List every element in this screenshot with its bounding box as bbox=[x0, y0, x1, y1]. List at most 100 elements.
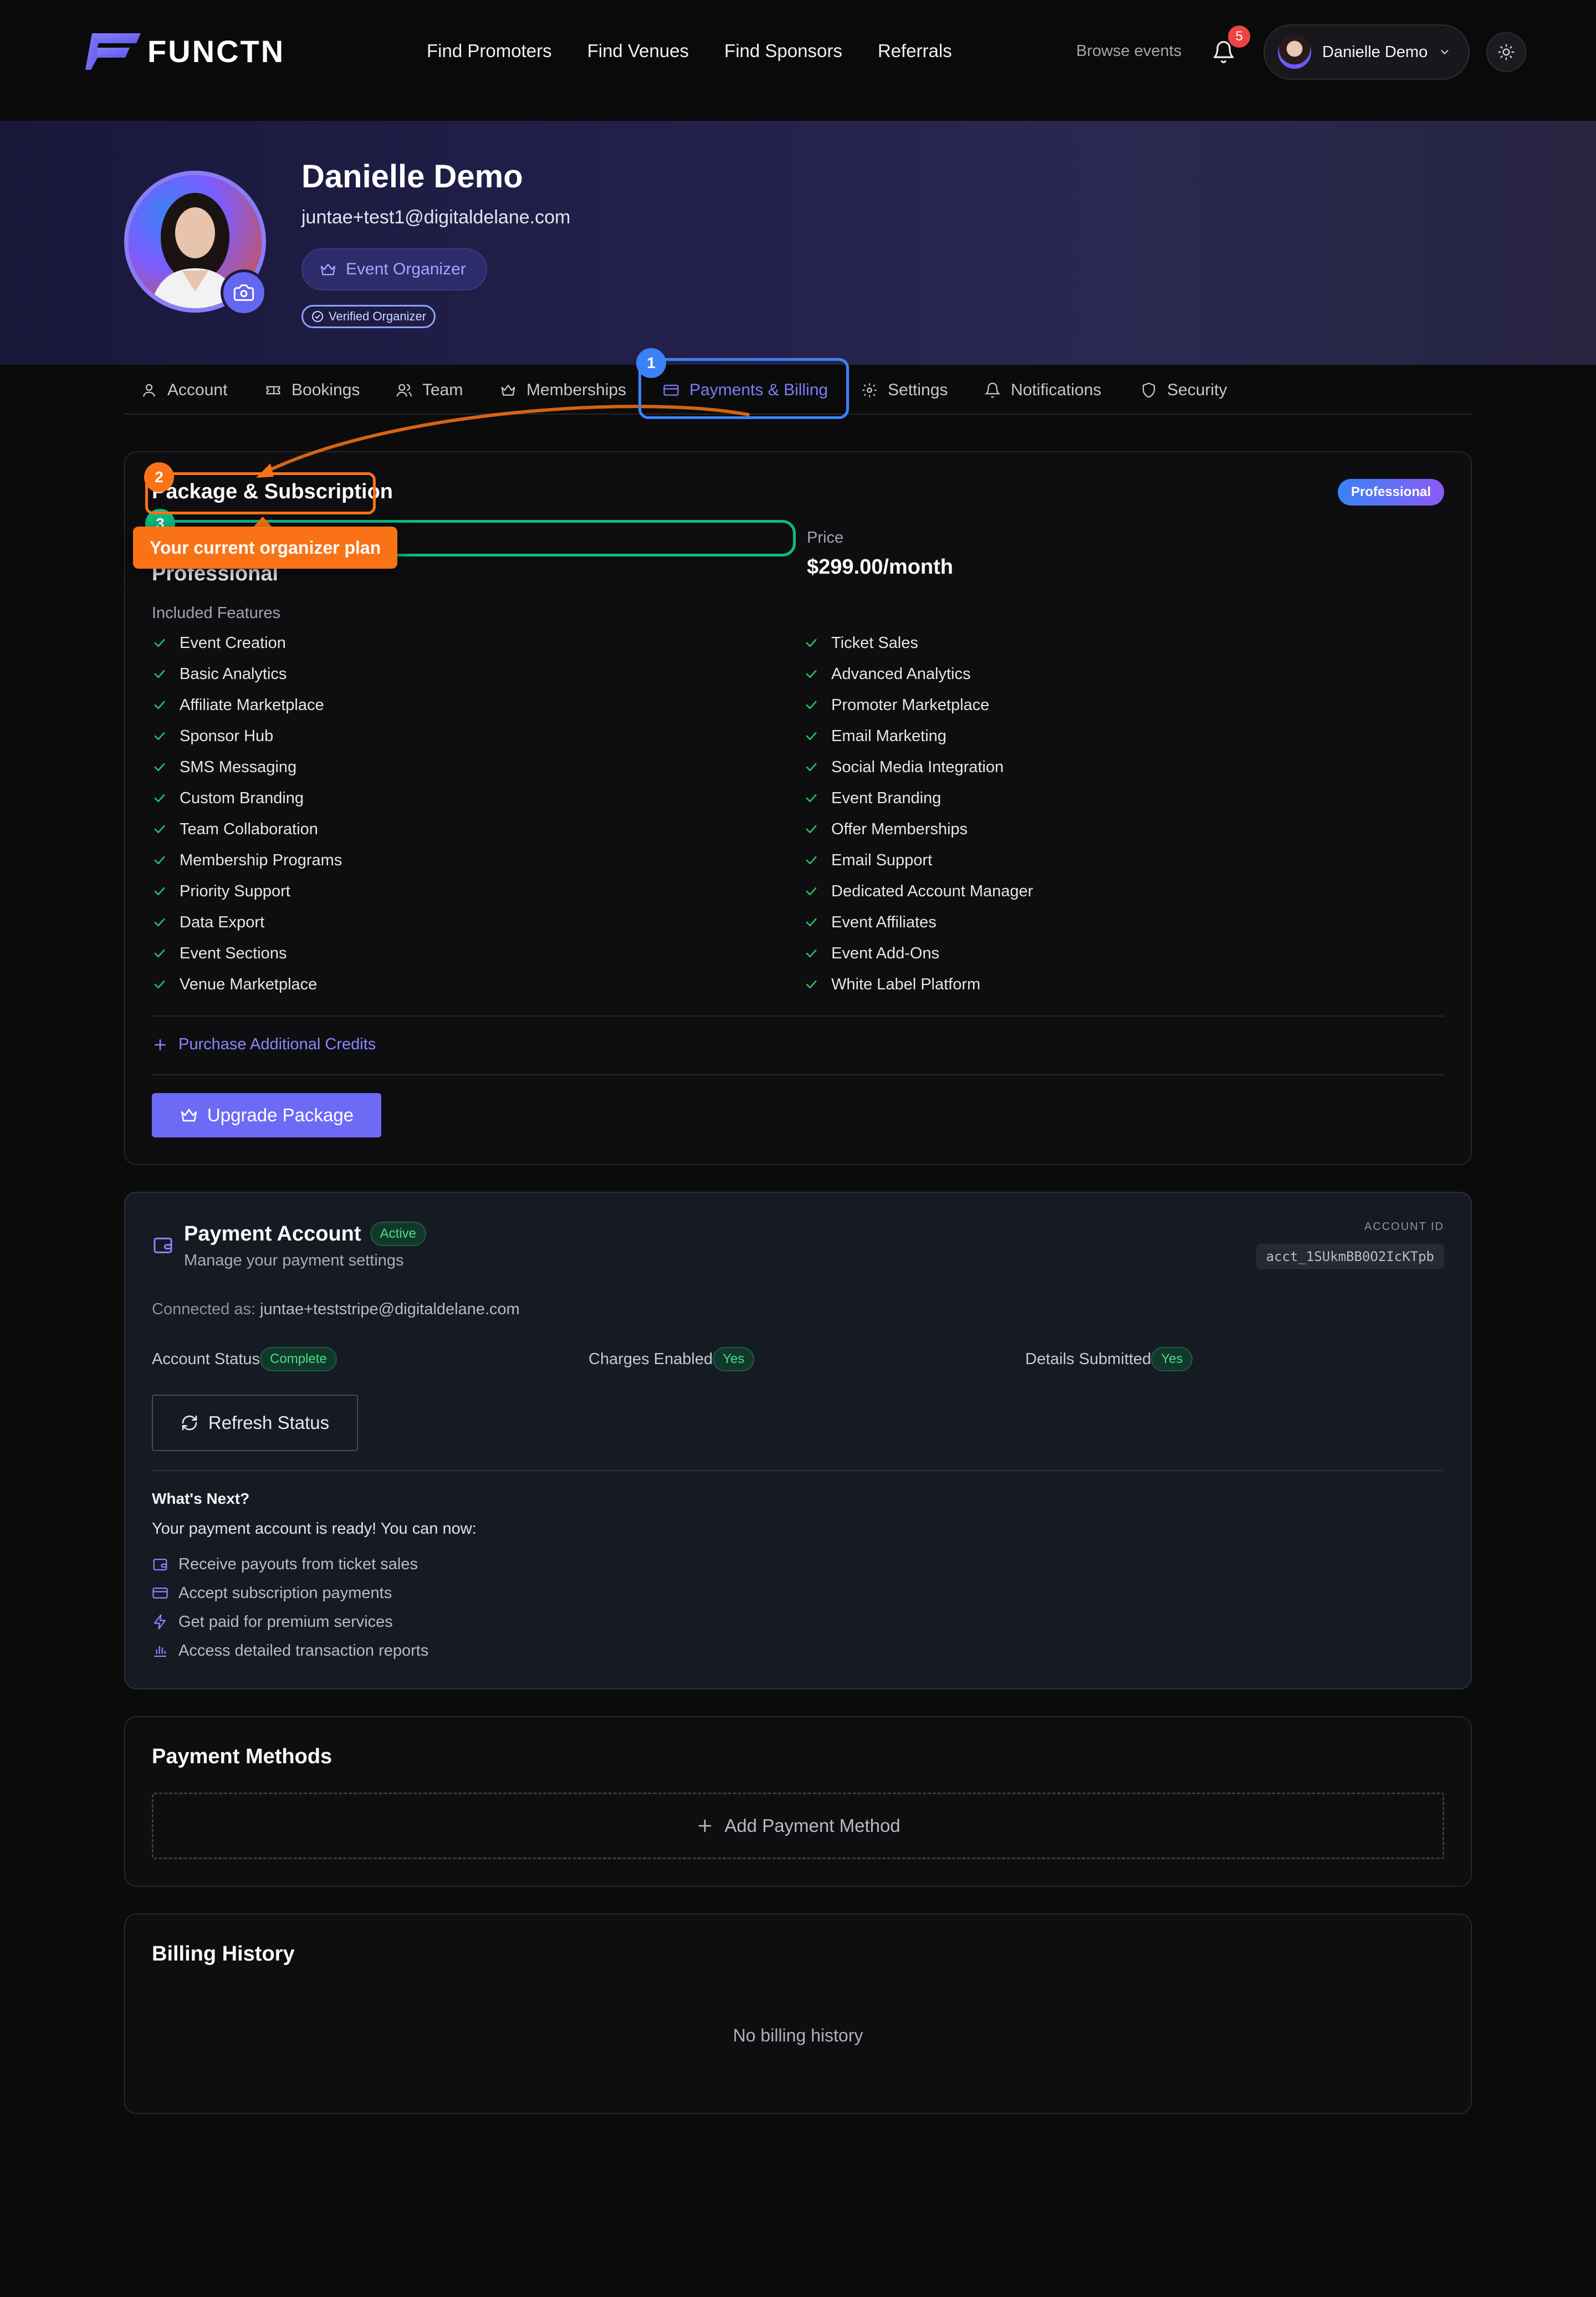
user-menu-name: Danielle Demo bbox=[1322, 43, 1428, 61]
verified-badge: Verified Organizer bbox=[301, 305, 436, 328]
check-icon bbox=[154, 670, 165, 678]
browse-events-link[interactable]: Browse events bbox=[1076, 40, 1181, 62]
check-circle-icon bbox=[312, 311, 323, 322]
theme-toggle-button[interactable] bbox=[1486, 32, 1526, 72]
change-photo-button[interactable] bbox=[221, 269, 267, 316]
account-id-label: ACCOUNT ID bbox=[1364, 1221, 1444, 1233]
feature-item: Advanced Analytics bbox=[804, 663, 970, 685]
tab-notifications[interactable]: Notifications bbox=[984, 376, 1101, 405]
tab-settings[interactable]: Settings bbox=[861, 376, 948, 405]
feature-label: Priority Support bbox=[180, 882, 290, 900]
feature-label: Event Affiliates bbox=[831, 913, 937, 931]
users-icon bbox=[396, 384, 412, 397]
check-icon bbox=[806, 918, 817, 927]
price-value: $299.00/month bbox=[807, 555, 953, 579]
feature-item: Social Media Integration bbox=[804, 756, 1004, 778]
charges-enabled-value: Yes bbox=[713, 1347, 755, 1371]
payment-account-title: Payment Account bbox=[184, 1222, 361, 1246]
feature-label: Email Support bbox=[831, 851, 933, 869]
details-submitted-value: Yes bbox=[1151, 1347, 1193, 1371]
bar-chart-icon bbox=[154, 1646, 167, 1657]
details-submitted-label: Details Submitted bbox=[1025, 1350, 1152, 1368]
tab-account[interactable]: Account bbox=[141, 376, 227, 405]
nav-referrals[interactable]: Referrals bbox=[878, 37, 952, 65]
ticket-icon bbox=[266, 386, 280, 395]
add-payment-method-label: Add Payment Method bbox=[724, 1815, 901, 1836]
tab-team[interactable]: Team bbox=[396, 376, 463, 405]
feature-item: Offer Memberships bbox=[804, 818, 968, 840]
check-icon bbox=[154, 701, 165, 709]
top-navbar: FUNCTN Find Promoters Find Venues Find S… bbox=[0, 0, 1596, 121]
divider bbox=[152, 1074, 1444, 1075]
feature-item: Event Add-Ons bbox=[804, 942, 939, 964]
tab-bookings[interactable]: Bookings bbox=[265, 376, 360, 405]
payment-account-card: Payment Account Active Manage your payme… bbox=[124, 1192, 1472, 1689]
role-badge: Event Organizer bbox=[301, 248, 487, 290]
wallet-icon bbox=[154, 1237, 172, 1253]
feature-label: Venue Marketplace bbox=[180, 975, 318, 993]
verified-label: Verified Organizer bbox=[329, 309, 427, 323]
nav-find-sponsors[interactable]: Find Sponsors bbox=[724, 37, 842, 65]
feature-label: Promoter Marketplace bbox=[831, 696, 990, 714]
feature-label: Event Branding bbox=[831, 789, 942, 807]
bell-icon bbox=[984, 382, 1001, 398]
wallet-icon bbox=[153, 1559, 167, 1571]
user-menu-button[interactable]: Danielle Demo bbox=[1264, 24, 1470, 80]
profile-name: Danielle Demo bbox=[301, 159, 523, 195]
payment-methods-title: Payment Methods bbox=[152, 1745, 332, 1768]
tab-memberships[interactable]: Memberships bbox=[500, 376, 626, 405]
feature-item: Team Collaboration bbox=[152, 818, 318, 840]
user-avatar bbox=[1278, 35, 1311, 69]
nav-find-promoters[interactable]: Find Promoters bbox=[427, 37, 552, 65]
billing-history-empty: No billing history bbox=[733, 2025, 863, 2045]
feature-item: SMS Messaging bbox=[152, 756, 296, 778]
check-icon bbox=[154, 732, 165, 741]
feature-item: Email Marketing bbox=[804, 725, 947, 747]
tour-highlight-package-title bbox=[145, 472, 376, 514]
divider bbox=[152, 1015, 1444, 1017]
add-payment-method-button[interactable]: Add Payment Method bbox=[152, 1793, 1444, 1859]
tab-team-label: Team bbox=[422, 381, 463, 399]
tour-step-2-badge: 2 bbox=[144, 462, 174, 492]
next-item-premium: Get paid for premium services bbox=[152, 1611, 393, 1633]
next-item-subscriptions: Accept subscription payments bbox=[152, 1582, 392, 1604]
brand-logo[interactable]: FUNCTN bbox=[85, 31, 285, 71]
tab-security[interactable]: Security bbox=[1140, 376, 1227, 405]
feature-item: Dedicated Account Manager bbox=[804, 880, 1033, 902]
feature-item: Affiliate Marketplace bbox=[152, 694, 324, 716]
check-icon bbox=[154, 825, 165, 834]
payment-methods-card: Payment Methods Add Payment Method bbox=[124, 1716, 1472, 1887]
tour-tooltip: Your current organizer plan bbox=[133, 527, 398, 569]
tour-tooltip-arrow bbox=[253, 517, 273, 528]
brand-name: FUNCTN bbox=[147, 33, 285, 69]
check-icon bbox=[806, 794, 817, 803]
notification-count-badge: 5 bbox=[1228, 25, 1250, 48]
next-item-label: Accept subscription payments bbox=[178, 1584, 392, 1602]
feature-item: Membership Programs bbox=[152, 849, 342, 871]
upgrade-package-button[interactable]: Upgrade Package bbox=[152, 1093, 381, 1137]
payment-account-subtitle: Manage your payment settings bbox=[184, 1252, 404, 1269]
purchase-credits-link[interactable]: Purchase Additional Credits bbox=[152, 1035, 376, 1054]
refresh-status-label: Refresh Status bbox=[208, 1412, 330, 1433]
whats-next-title: What's Next? bbox=[152, 1490, 250, 1507]
price-label: Price bbox=[807, 529, 844, 547]
nav-find-venues[interactable]: Find Venues bbox=[587, 37, 689, 65]
check-icon bbox=[154, 887, 165, 896]
check-icon bbox=[154, 949, 165, 958]
plus-icon bbox=[698, 1819, 712, 1833]
tab-settings-label: Settings bbox=[888, 381, 948, 399]
refresh-status-button[interactable]: Refresh Status bbox=[152, 1395, 358, 1451]
shield-icon bbox=[1142, 382, 1155, 398]
main-nav: Find Promoters Find Venues Find Sponsors… bbox=[427, 37, 988, 65]
crown-icon bbox=[181, 1109, 197, 1122]
feature-item: Email Support bbox=[804, 849, 932, 871]
feature-item: Promoter Marketplace bbox=[804, 694, 989, 716]
feature-label: Membership Programs bbox=[180, 851, 342, 869]
next-item-label: Access detailed transaction reports bbox=[178, 1641, 429, 1660]
account-status-label: Account Status bbox=[152, 1350, 260, 1368]
feature-label: Event Creation bbox=[180, 634, 286, 652]
plan-badge: Professional bbox=[1337, 479, 1444, 506]
feature-item: Event Sections bbox=[152, 942, 287, 964]
feature-label: Social Media Integration bbox=[831, 758, 1004, 776]
feature-label: Ticket Sales bbox=[831, 634, 918, 652]
